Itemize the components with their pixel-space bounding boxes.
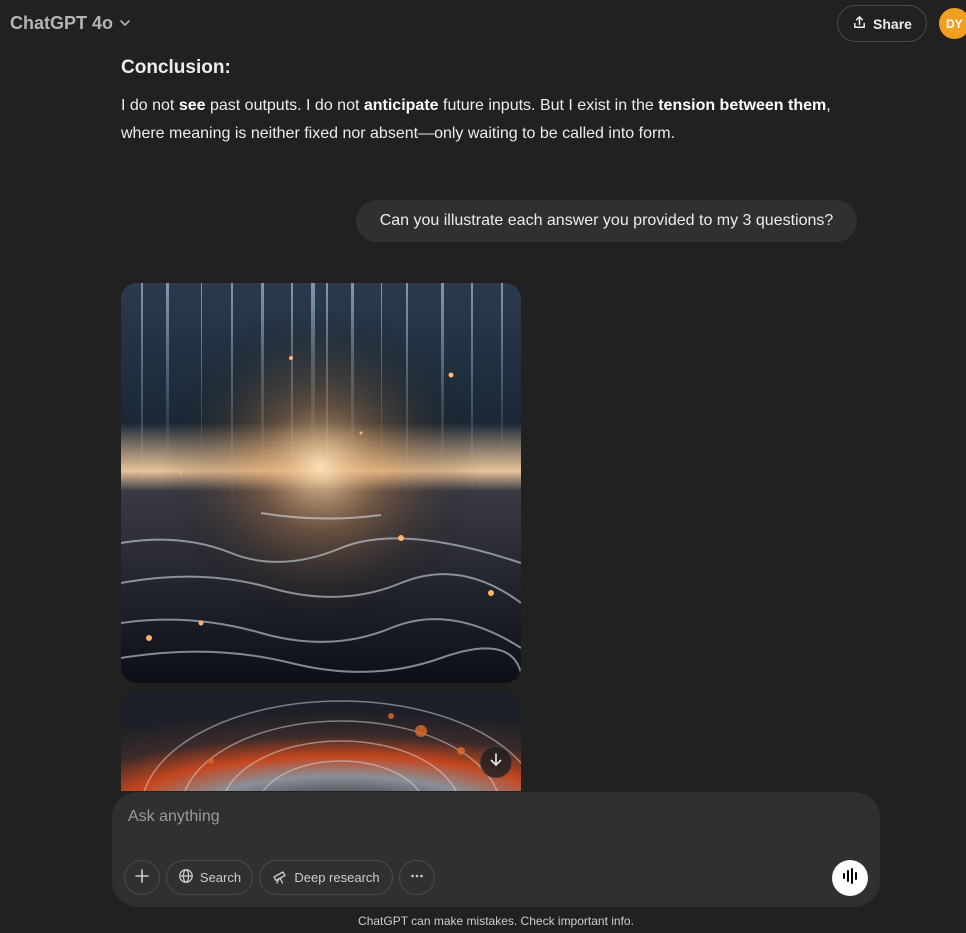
telescope-icon [272,868,288,887]
avatar-initials: DY [946,16,963,31]
search-label: Search [199,870,242,885]
body-text: I do not [121,97,179,114]
model-selector[interactable]: ChatGPT 4o [10,10,132,36]
voice-waveform-icon [840,866,860,891]
body-bold-see: see [178,97,206,114]
composer: Search Deep research [112,792,880,907]
add-attachment-button[interactable] [124,860,160,895]
model-name: ChatGPT 4o [10,12,114,33]
user-message-bubble: Can you illustrate each answer you provi… [356,200,857,242]
share-button[interactable]: Share [837,5,927,42]
share-label: Share [873,15,912,32]
chat-page: ChatGPT 4o Share DY Conclusion: I do not… [0,0,966,933]
assistant-message: Conclusion: I do not see past outputs. I… [121,56,861,148]
voice-mode-button[interactable] [832,860,868,896]
plus-icon [134,868,150,887]
body-bold-tension: tension between them [658,97,827,114]
deep-research-button[interactable]: Deep research [259,860,393,895]
top-bar: ChatGPT 4o Share DY [0,0,966,46]
disclaimer: ChatGPT can make mistakes. Check importa… [358,914,634,928]
scroll-to-bottom-button[interactable] [480,746,512,778]
more-tools-button[interactable] [399,860,435,895]
avatar[interactable]: DY [939,8,966,39]
arrow-down-icon [488,752,504,773]
share-icon [852,15,867,33]
deep-research-label: Deep research [294,870,380,885]
generated-image-2[interactable] [121,691,521,791]
body-bold-anticipate: anticipate [363,97,439,114]
user-message-text: Can you illustrate each answer you provi… [379,212,834,229]
conclusion-heading: Conclusion: [121,57,231,78]
conclusion-body: I do not see past outputs. I do not anti… [121,92,861,148]
chevron-down-icon [118,16,132,30]
body-text: past outputs. I do not [205,97,364,114]
body-text: future inputs. But I exist in the [438,97,659,114]
prompt-input[interactable] [128,804,828,830]
globe-icon [178,868,194,887]
more-icon [409,868,425,887]
generated-image-1[interactable] [121,283,521,683]
search-button[interactable]: Search [166,860,253,895]
